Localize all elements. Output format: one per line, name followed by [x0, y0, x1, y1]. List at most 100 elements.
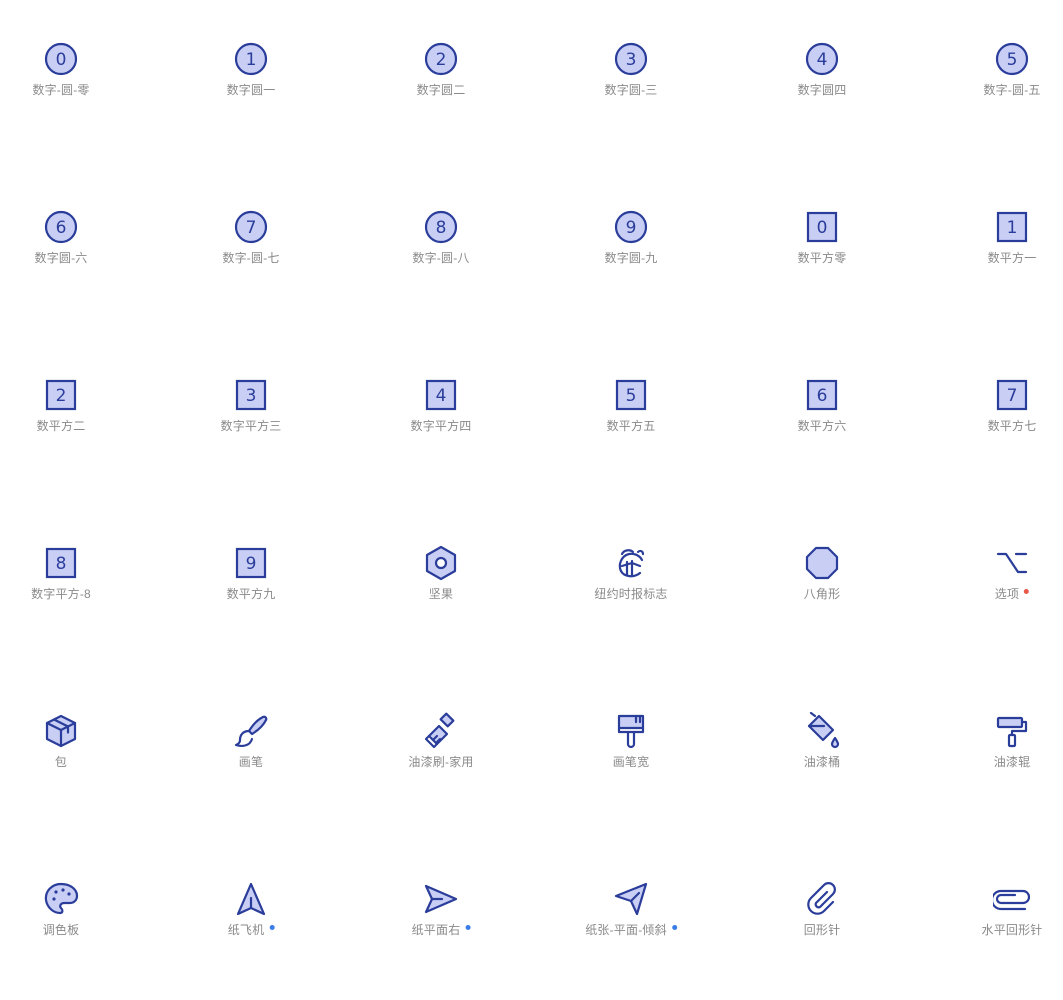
icon-cell[interactable]: 3 数字圆-三 [561, 40, 701, 160]
number-square-1-icon: 1 [993, 208, 1031, 246]
status-dot [1024, 589, 1030, 594]
icon-cell[interactable]: 坚果 [371, 544, 511, 664]
icon-label-text: 数字平方四 [410, 419, 472, 433]
number-circle-7-icon: 7 [232, 208, 270, 246]
icon-cell[interactable]: 画笔 [181, 712, 321, 832]
icon-label: 数字圆-九 [605, 249, 658, 266]
icon-cell[interactable]: 0 数平方零 [752, 208, 892, 328]
icon-cell[interactable]: 纽约时报标志 [561, 544, 701, 664]
icon-label-text: 数平方二 [36, 419, 86, 433]
icon-label: 数字-圆-五 [983, 81, 1040, 98]
number-circle-0-icon: 0 [42, 40, 80, 78]
svg-text:0: 0 [56, 50, 67, 70]
icon-label-text: 画笔宽 [612, 755, 650, 769]
icon-label-text: 数字平方-8 [31, 587, 91, 601]
icon-cell[interactable]: 1 数平方一 [942, 208, 1063, 328]
icon-label-text: 数字圆-六 [34, 251, 88, 265]
icon-cell[interactable]: 8 数字-圆-八 [371, 208, 511, 328]
icon-label: 纸张-平面-倾斜 [585, 921, 677, 938]
icon-cell[interactable]: 0 数字-圆-零 [0, 40, 131, 160]
icon-cell[interactable]: 纸平面右 [371, 880, 511, 1000]
icon-label: 纸飞机 [228, 921, 275, 938]
icon-label-text: 水平回形针 [981, 923, 1043, 937]
paper-plane-right-icon [422, 880, 460, 918]
icon-label: 数字圆二 [417, 81, 466, 98]
icon-label: 坚果 [429, 585, 453, 602]
icon-cell[interactable]: 包 [0, 712, 131, 832]
icon-label: 数字-圆-七 [222, 249, 279, 266]
number-circle-2-icon: 2 [422, 40, 460, 78]
icon-label: 油漆刷-家用 [408, 753, 473, 770]
icon-cell[interactable]: 八角形 [752, 544, 892, 664]
paperclip-icon [803, 880, 841, 918]
icon-cell[interactable]: 3 数字平方三 [181, 376, 321, 496]
icon-label-text: 数字-圆-五 [983, 83, 1041, 97]
icon-cell[interactable]: 6 数平方六 [752, 376, 892, 496]
icon-cell[interactable]: 选项 [942, 544, 1063, 664]
svg-text:4: 4 [436, 386, 447, 406]
icon-cell[interactable]: 5 数平方五 [561, 376, 701, 496]
svg-text:6: 6 [817, 386, 828, 406]
icon-label-text: 数字圆四 [797, 83, 847, 97]
icon-label: 回形针 [804, 921, 841, 938]
icon-label: 画笔宽 [613, 753, 650, 770]
icon-label-text: 数字-圆-八 [412, 251, 470, 265]
paper-plane-tilt-icon [612, 880, 650, 918]
paintbrush-broad-icon [612, 712, 650, 750]
icon-cell[interactable]: 回形针 [752, 880, 892, 1000]
icon-label-text: 八角形 [803, 587, 841, 601]
icon-cell[interactable]: 2 数平方二 [0, 376, 131, 496]
icon-cell[interactable]: 油漆刷-家用 [371, 712, 511, 832]
icon-label: 画笔 [239, 753, 263, 770]
octagon-icon [803, 544, 841, 582]
number-square-7-icon: 7 [993, 376, 1031, 414]
icon-grid: 0 数字-圆-零 1 数字圆一 2 数字圆二 3 数字圆-三 4 数字圆四 5 数字-圆-五 6 数字圆-… [0, 0, 1063, 978]
icon-label-text: 数字平方三 [220, 419, 282, 433]
icon-cell[interactable]: 9 数平方九 [181, 544, 321, 664]
icon-label-text: 数平方六 [797, 419, 847, 433]
icon-cell[interactable]: 画笔宽 [561, 712, 701, 832]
svg-text:3: 3 [246, 386, 257, 406]
icon-cell[interactable]: 纸张-平面-倾斜 [561, 880, 701, 1000]
icon-label-text: 数字-圆-七 [222, 251, 280, 265]
icon-cell[interactable]: 4 数字圆四 [752, 40, 892, 160]
icon-cell[interactable]: 油漆辊 [942, 712, 1063, 832]
svg-text:8: 8 [56, 554, 67, 574]
package-icon [42, 712, 80, 750]
paint-bucket-icon [803, 712, 841, 750]
icon-cell[interactable]: 水平回形针 [942, 880, 1063, 1000]
icon-label-text: 数平方九 [226, 587, 276, 601]
icon-cell[interactable]: 5 数字-圆-五 [942, 40, 1063, 160]
icon-cell[interactable]: 6 数字圆-六 [0, 208, 131, 328]
icon-label-text: 调色板 [42, 923, 80, 937]
svg-text:1: 1 [246, 50, 257, 70]
icon-cell[interactable]: 8 数字平方-8 [0, 544, 131, 664]
icon-cell[interactable]: 调色板 [0, 880, 131, 1000]
number-circle-6-icon: 6 [42, 208, 80, 246]
icon-label: 数平方一 [988, 249, 1037, 266]
icon-cell[interactable]: 2 数字圆二 [371, 40, 511, 160]
icon-label: 油漆辊 [994, 753, 1031, 770]
number-square-3-icon: 3 [232, 376, 270, 414]
icon-label: 纸平面右 [412, 921, 471, 938]
icon-cell[interactable]: 7 数平方七 [942, 376, 1063, 496]
icon-cell[interactable]: 7 数字-圆-七 [181, 208, 321, 328]
icon-cell[interactable]: 1 数字圆一 [181, 40, 321, 160]
number-square-4-icon: 4 [422, 376, 460, 414]
icon-label-text: 数字圆一 [226, 83, 276, 97]
icon-label: 调色板 [43, 921, 80, 938]
palette-icon [42, 880, 80, 918]
status-dot [671, 925, 677, 930]
icon-cell[interactable]: 纸飞机 [181, 880, 321, 1000]
svg-text:7: 7 [1007, 386, 1018, 406]
number-square-8-icon: 8 [42, 544, 80, 582]
icon-cell[interactable]: 9 数字圆-九 [561, 208, 701, 328]
icon-cell[interactable]: 4 数字平方四 [371, 376, 511, 496]
svg-text:8: 8 [436, 218, 447, 238]
icon-label-text: 纸平面右 [411, 923, 461, 937]
number-square-5-icon: 5 [612, 376, 650, 414]
paintbrush-household-icon [422, 712, 460, 750]
icon-label-text: 数字圆二 [416, 83, 466, 97]
icon-cell[interactable]: 油漆桶 [752, 712, 892, 832]
icon-label: 包 [55, 753, 67, 770]
